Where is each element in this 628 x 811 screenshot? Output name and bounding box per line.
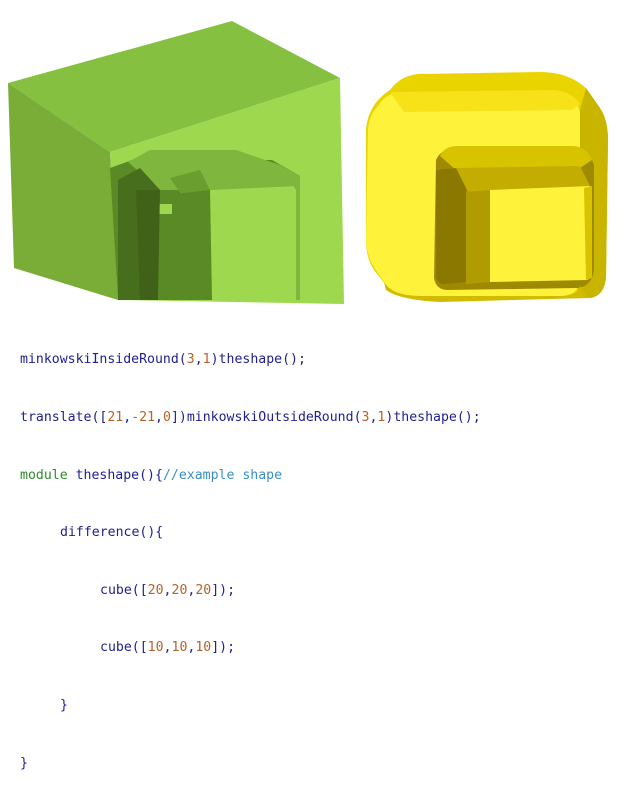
code-token: ( [353, 410, 362, 425]
code-number: 20 [171, 582, 188, 598]
code-token: theshape [67, 467, 140, 483]
code-line-4: difference(){ [20, 523, 481, 542]
code-token: } [20, 755, 28, 771]
code-line-3: module theshape(){//example shape [20, 466, 481, 485]
code-token: ( [178, 352, 187, 368]
code-token: ([ [131, 582, 148, 598]
yellow-cutout-left-wall [436, 168, 466, 284]
minkowski-inside-round-shape [8, 21, 344, 304]
code-number: 10 [147, 640, 164, 656]
code-number: 10 [171, 640, 188, 656]
code-token: , [163, 640, 172, 656]
code-token: , [123, 410, 132, 425]
green-cutout-shadow [136, 190, 160, 300]
code-token: , [155, 410, 163, 425]
code-token: theshape [393, 410, 457, 425]
code-token: , [163, 582, 172, 598]
code-comment: //example shape [162, 467, 283, 483]
code-number: 0 [162, 410, 171, 425]
code-token: , [187, 582, 196, 598]
green-inner-cube-front [210, 186, 298, 300]
code-token: } [60, 697, 68, 713]
code-token: cube [100, 582, 132, 598]
green-small-highlight [158, 204, 172, 214]
code-token: cube [100, 640, 132, 656]
code-number: 3 [186, 352, 195, 368]
code-token: ]) [170, 410, 187, 425]
yellow-inner-left [466, 190, 490, 284]
code-token: translate [20, 410, 92, 425]
code-token: difference(){ [60, 525, 164, 541]
yellow-top-bevel [390, 90, 580, 112]
code-token: ]); [211, 582, 236, 598]
code-token: (); [282, 352, 306, 368]
code-token: ]); [211, 640, 236, 656]
code-token: ([ [131, 640, 148, 656]
code-token: (){ [139, 467, 163, 483]
code-number: 20 [147, 582, 164, 598]
code-token: ) [210, 352, 219, 368]
3d-preview-viewport[interactable]: minkowskiInsideRound(3,1)theshape(); tra… [0, 0, 628, 771]
code-number: 1 [202, 352, 211, 368]
code-number: 20 [195, 582, 212, 598]
code-token: minkowskiOutsideRound [186, 410, 354, 425]
code-overlay: minkowskiInsideRound(3,1)theshape(); tra… [20, 312, 481, 811]
code-line-8: } [20, 754, 481, 773]
code-line-6: cube([10,10,10]); [20, 638, 481, 657]
code-token: ([ [91, 410, 108, 425]
code-line-5: cube([20,20,20]); [20, 581, 481, 600]
code-number: -21 [131, 410, 156, 425]
code-line-1: minkowskiInsideRound(3,1)theshape(); [20, 350, 481, 369]
minkowski-outside-round-shape [366, 72, 608, 302]
yellow-inner-cube-front [490, 186, 590, 282]
code-token: , [194, 352, 203, 368]
code-line-2: translate([21,-21,0])minkowskiOutsideRou… [20, 408, 481, 427]
code-token: theshape [218, 352, 283, 368]
code-keyword: module [20, 467, 68, 483]
code-line-7: } [20, 696, 481, 715]
code-number: 10 [195, 640, 212, 656]
code-number: 21 [107, 410, 124, 425]
code-token: minkowskiInsideRound [20, 352, 179, 368]
code-token: (); [456, 410, 481, 425]
code-token: , [187, 640, 196, 656]
